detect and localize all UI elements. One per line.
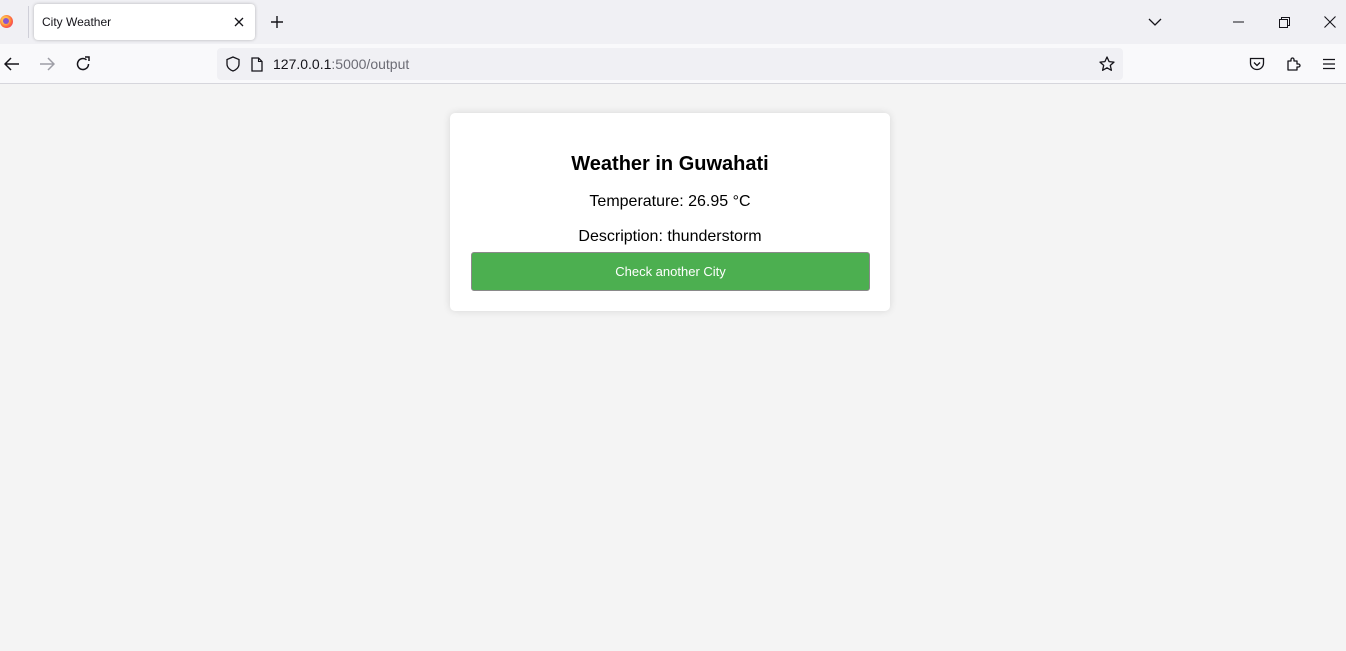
page-title: Weather in Guwahati: [571, 153, 769, 175]
weather-card: Weather in Guwahati Temperature: 26.95 °…: [450, 113, 890, 311]
page-icon[interactable]: [245, 52, 269, 76]
url-bar[interactable]: 127.0.0.1:5000/output: [217, 48, 1123, 80]
pocket-icon[interactable]: [1241, 48, 1273, 80]
restore-icon[interactable]: [1261, 0, 1307, 44]
url-path: :5000/output: [331, 56, 410, 72]
plus-icon[interactable]: [265, 10, 289, 34]
close-icon[interactable]: [227, 10, 251, 34]
menu-icon[interactable]: [1313, 48, 1345, 80]
tab-separator: [28, 6, 29, 38]
chevron-down-icon[interactable]: [1143, 10, 1167, 34]
page-content: Weather in Guwahati Temperature: 26.95 °…: [0, 85, 1346, 651]
description-text: Description: thunderstorm: [578, 228, 762, 245]
temperature-text: Temperature: 26.95 °C: [589, 193, 751, 210]
tab-city-weather[interactable]: City Weather: [34, 4, 255, 40]
shield-icon[interactable]: [221, 52, 245, 76]
extensions-icon[interactable]: [1277, 48, 1309, 80]
window-close-icon[interactable]: [1307, 0, 1346, 44]
navigation-bar: 127.0.0.1:5000/output: [0, 44, 1346, 84]
forward-icon[interactable]: [31, 48, 63, 80]
tab-title: City Weather: [42, 15, 112, 29]
url-text[interactable]: 127.0.0.1:5000/output: [273, 56, 409, 72]
minimize-icon[interactable]: [1215, 0, 1261, 44]
back-icon[interactable]: [0, 48, 28, 80]
url-host: 127.0.0.1: [273, 56, 332, 72]
tab-strip: City Weather: [0, 0, 1346, 44]
browser-window: City Weather 127.0.0.1:5000/output Weath…: [0, 0, 1346, 651]
star-icon[interactable]: [1095, 52, 1119, 76]
check-another-city-button[interactable]: Check another City: [471, 252, 870, 291]
reload-icon[interactable]: [67, 48, 99, 80]
firefox-icon: [0, 15, 13, 28]
